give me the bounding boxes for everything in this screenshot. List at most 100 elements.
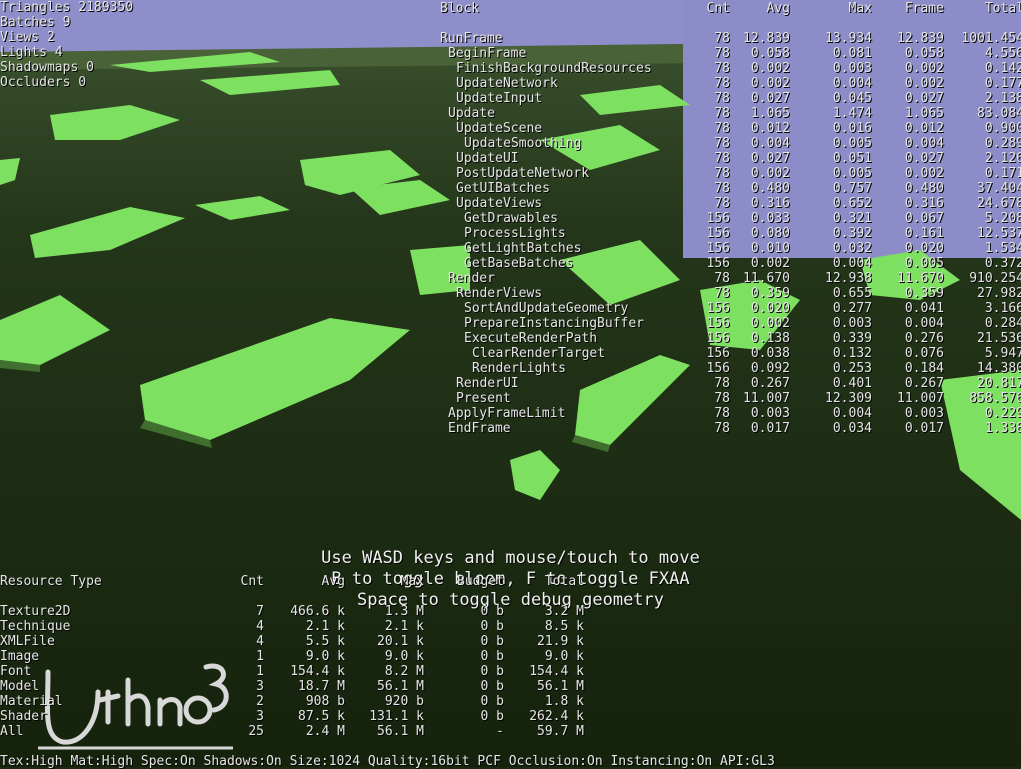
resource-panel: Resource Type Cnt Avg Max Budget Total T… bbox=[0, 0, 600, 739]
profiler-cnt: 78 bbox=[714, 31, 730, 46]
resource-budget: 0 b bbox=[480, 649, 504, 664]
profiler-total: 0.372 bbox=[984, 256, 1021, 271]
resource-budget: 0 b bbox=[480, 634, 504, 649]
resource-header: Resource Type Cnt Avg Max Budget Total bbox=[0, 574, 600, 589]
resource-cnt: 1 bbox=[256, 649, 264, 664]
profiler-cnt: 78 bbox=[714, 151, 730, 166]
profiler-total: 1.534 bbox=[984, 241, 1021, 256]
profiler-max: 0.392 bbox=[832, 226, 872, 241]
header-budget: Budget bbox=[457, 574, 504, 589]
resource-row: Image 1 9.0 k 9.0 k 0 b 9.0 k bbox=[0, 649, 600, 664]
profiler-row: UpdateScene 78 0.012 0.016 0.012 0.900 bbox=[0, 121, 1021, 136]
profiler-cnt: 78 bbox=[714, 391, 730, 406]
profiler-avg: 0.004 bbox=[750, 136, 790, 151]
profiler-max: 0.655 bbox=[832, 286, 872, 301]
profiler-row: FinishBackgroundResources 78 0.002 0.003 0.0… bbox=[0, 61, 1021, 76]
profiler-total: 0.229 bbox=[984, 406, 1021, 421]
profiler-row: UpdateInput 78 0.027 0.045 0.027 2.138 bbox=[0, 91, 1021, 106]
profiler-avg: 0.027 bbox=[750, 151, 790, 166]
profiler-row: GetUIBatches 78 0.480 0.757 0.480 37.404 bbox=[0, 181, 1021, 196]
resource-row: Texture2D 7 466.6 k 1.3 M 0 b 3.2 M bbox=[0, 604, 600, 619]
resource-cnt: 2 bbox=[256, 694, 264, 709]
profiler-max: 0.401 bbox=[832, 376, 872, 391]
profiler-block: UpdateInput bbox=[456, 91, 543, 106]
resource-total: 21.9 k bbox=[537, 634, 584, 649]
resource-max: 20.1 k bbox=[377, 634, 424, 649]
profiler-row: SortAndUpdateGeometry 156 0.020 0.277 0.041 3… bbox=[0, 301, 1021, 316]
header-cnt: Cnt bbox=[706, 1, 730, 16]
resource-avg: 87.5 k bbox=[298, 709, 345, 724]
profiler-frame: 0.276 bbox=[904, 331, 944, 346]
header-total: Total bbox=[984, 1, 1021, 16]
profiler-block: PostUpdateNetwork bbox=[456, 166, 590, 181]
profiler-avg: 0.267 bbox=[750, 376, 790, 391]
profiler-row: PrepareInstancingBuffer 156 0.002 0.003 0.00… bbox=[0, 316, 1021, 331]
profiler-frame: 0.004 bbox=[904, 136, 944, 151]
resource-type: All bbox=[0, 724, 24, 739]
resource-cnt: 4 bbox=[256, 634, 264, 649]
profiler-avg: 11.007 bbox=[743, 391, 790, 406]
profiler-frame: 0.004 bbox=[904, 316, 944, 331]
resource-cnt: 3 bbox=[256, 709, 264, 724]
profiler-max: 0.004 bbox=[832, 76, 872, 91]
profiler-cnt: 78 bbox=[714, 406, 730, 421]
profiler-max: 0.005 bbox=[832, 166, 872, 181]
profiler-max: 0.004 bbox=[832, 406, 872, 421]
profiler-row: RenderUI 78 0.267 0.401 0.267 20.817 bbox=[0, 376, 1021, 391]
profiler-max: 0.004 bbox=[832, 256, 872, 271]
resource-total: 154.4 k bbox=[529, 664, 584, 679]
profiler-max: 0.032 bbox=[832, 241, 872, 256]
profiler-max: 13.934 bbox=[825, 31, 872, 46]
profiler-block: UpdateUI bbox=[456, 151, 519, 166]
profiler-total: 0.177 bbox=[984, 76, 1021, 91]
profiler-cnt: 156 bbox=[706, 331, 730, 346]
profiler-block: SortAndUpdateGeometry bbox=[464, 301, 629, 316]
profiler-cnt: 156 bbox=[706, 316, 730, 331]
profiler-avg: 0.058 bbox=[750, 46, 790, 61]
resource-row: All 25 2.4 M 56.1 M - 59.7 M bbox=[0, 724, 600, 739]
resource-type: Material bbox=[0, 694, 63, 709]
resource-type: Technique bbox=[0, 619, 71, 634]
profiler-row: GetDrawables 156 0.033 0.321 0.067 5.208 bbox=[0, 211, 1021, 226]
resource-cnt: 25 bbox=[248, 724, 264, 739]
profiler-cnt: 156 bbox=[706, 241, 730, 256]
resource-avg: 2.4 M bbox=[305, 724, 345, 739]
profiler-avg: 0.017 bbox=[750, 421, 790, 436]
profiler-avg: 0.038 bbox=[750, 346, 790, 361]
profiler-block: FinishBackgroundResources bbox=[456, 61, 652, 76]
profiler-row: RenderLights 156 0.092 0.253 0.184 14.380 bbox=[0, 361, 1021, 376]
profiler-avg: 0.033 bbox=[750, 211, 790, 226]
profiler-row: GetLightBatches 156 0.010 0.032 0.020 1.534 bbox=[0, 241, 1021, 256]
header-frame: Frame bbox=[904, 1, 944, 16]
resource-total: 262.4 k bbox=[529, 709, 584, 724]
header-cnt: Cnt bbox=[240, 574, 264, 589]
profiler-row: PostUpdateNetwork 78 0.002 0.005 0.002 0.171 bbox=[0, 166, 1021, 181]
profiler-max: 12.309 bbox=[825, 391, 872, 406]
profiler-cnt: 156 bbox=[706, 301, 730, 316]
profiler-total: 14.380 bbox=[977, 361, 1021, 376]
profiler-row: Update 78 1.065 1.474 1.065 83.084 bbox=[0, 106, 1021, 121]
profiler-avg: 0.080 bbox=[750, 226, 790, 241]
profiler-cnt: 78 bbox=[714, 136, 730, 151]
profiler-total: 3.166 bbox=[984, 301, 1021, 316]
profiler-cnt: 78 bbox=[714, 121, 730, 136]
profiler-total: 4.556 bbox=[984, 46, 1021, 61]
profiler-frame: 0.027 bbox=[904, 151, 944, 166]
resource-budget: 0 b bbox=[480, 619, 504, 634]
profiler-max: 0.005 bbox=[832, 136, 872, 151]
profiler-max: 0.081 bbox=[832, 46, 872, 61]
profiler-block: GetBaseBatches bbox=[464, 256, 574, 271]
profiler-row: ExecuteRenderPath 156 0.138 0.339 0.276 21.53… bbox=[0, 331, 1021, 346]
profiler-avg: 0.012 bbox=[750, 121, 790, 136]
profiler-block: RenderLights bbox=[472, 361, 566, 376]
profiler-max: 0.652 bbox=[832, 196, 872, 211]
resource-row: XMLFile 4 5.5 k 20.1 k 0 b 21.9 k bbox=[0, 634, 600, 649]
header-max: Max bbox=[848, 1, 872, 16]
profiler-block: Update bbox=[448, 106, 495, 121]
profiler-cnt: 78 bbox=[714, 376, 730, 391]
profiler-block: RenderViews bbox=[456, 286, 543, 301]
profiler-avg: 0.480 bbox=[750, 181, 790, 196]
resource-max: 1.3 M bbox=[384, 604, 424, 619]
profiler-row: UpdateUI 78 0.027 0.051 0.027 2.126 bbox=[0, 151, 1021, 166]
profiler-cnt: 78 bbox=[714, 271, 730, 286]
